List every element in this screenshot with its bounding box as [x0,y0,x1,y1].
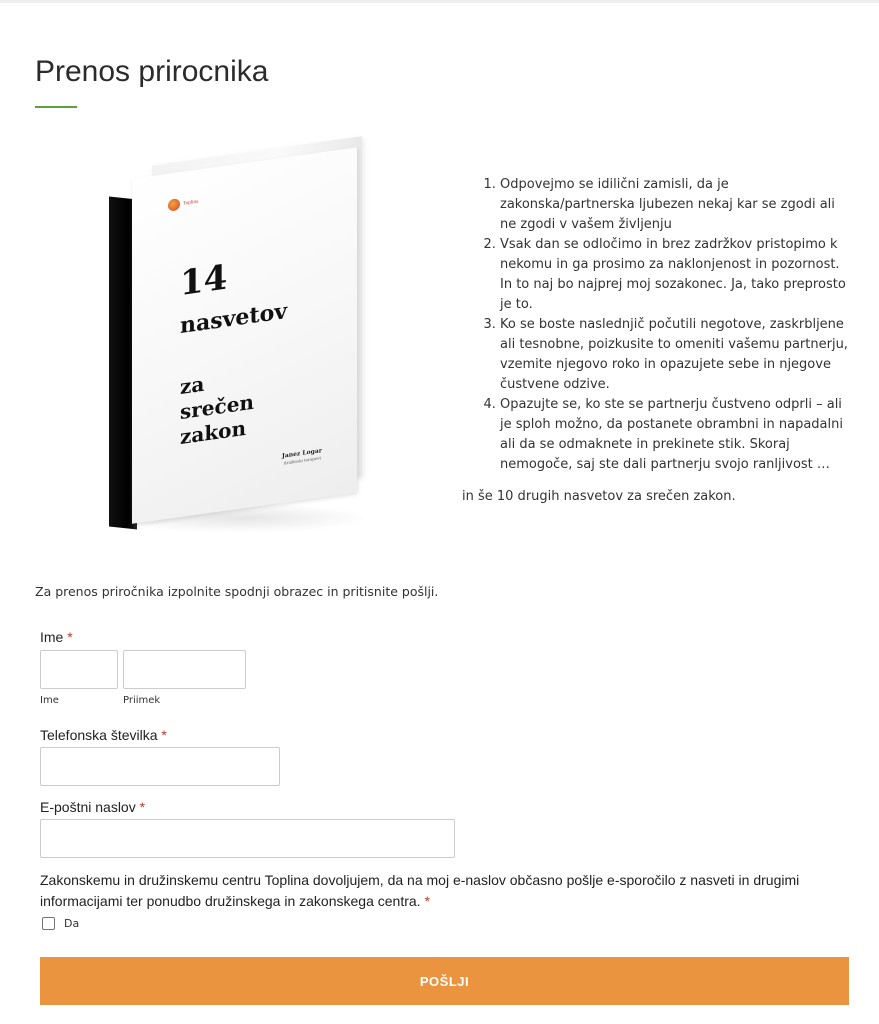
form-intro: Za prenos priročnika izpolnite spodnji o… [35,584,439,599]
book-front: Toplina 14 nasvetov za srečen zakon Jane… [132,147,357,524]
book-cover-image: Toplina 14 nasvetov za srečen zakon Jane… [92,136,382,548]
required-marker: * [424,893,430,909]
tip-item: Odpovejmo se idilični zamisli, da je zak… [500,175,854,235]
cover-title-word: za [180,371,205,400]
required-marker: * [161,727,167,743]
last-name-sublabel: Priimek [123,695,161,706]
title-underline [35,106,77,108]
name-label: Ime * [40,629,73,645]
consent-option[interactable]: Da [42,917,79,930]
name-label-text: Ime [40,629,64,645]
email-label-text: E-poštni naslov [40,799,136,815]
required-marker: * [67,629,73,645]
cover-logo-text: Toplina [183,199,199,207]
phone-label-text: Telefonska številka [40,727,158,743]
submit-button[interactable]: POŠLJI [40,957,849,1005]
consent-checkbox[interactable] [42,917,55,930]
tip-item: Opazujte se, ko ste se partnerju čustven… [500,395,854,475]
phone-label: Telefonska številka * [40,727,167,743]
cover-title-word: nasvetov [180,298,288,340]
first-name-input[interactable] [40,650,118,689]
toplina-logo-icon [168,198,180,212]
cover-title-number: 14 [180,257,228,305]
tip-item: Ko se boste naslednjič počutili negotove… [500,315,854,395]
email-input[interactable] [40,819,455,858]
phone-input[interactable] [40,747,280,786]
top-bar [0,0,879,3]
last-name-input[interactable] [123,650,246,689]
consent-text: Zakonskemu in družinskemu centru Toplina… [40,870,850,912]
cover-logo: Toplina [168,196,198,212]
required-marker: * [139,799,146,815]
tip-item: Vsak dan se odločimo in brez zadržkov pr… [500,235,854,315]
consent-checkbox-label[interactable]: Da [64,917,79,930]
page-title: Prenos prirocnika [35,55,269,88]
consent-text-body: Zakonskemu in družinskemu centru Toplina… [40,872,800,909]
email-label: E-poštni naslov * [40,799,145,815]
tips-more-text: in še 10 drugih nasvetov za srečen zakon… [462,489,736,504]
tips-section: Odpovejmo se idilični zamisli, da je zak… [462,175,854,507]
tips-list: Odpovejmo se idilični zamisli, da je zak… [462,175,854,475]
first-name-sublabel: Ime [40,695,59,706]
